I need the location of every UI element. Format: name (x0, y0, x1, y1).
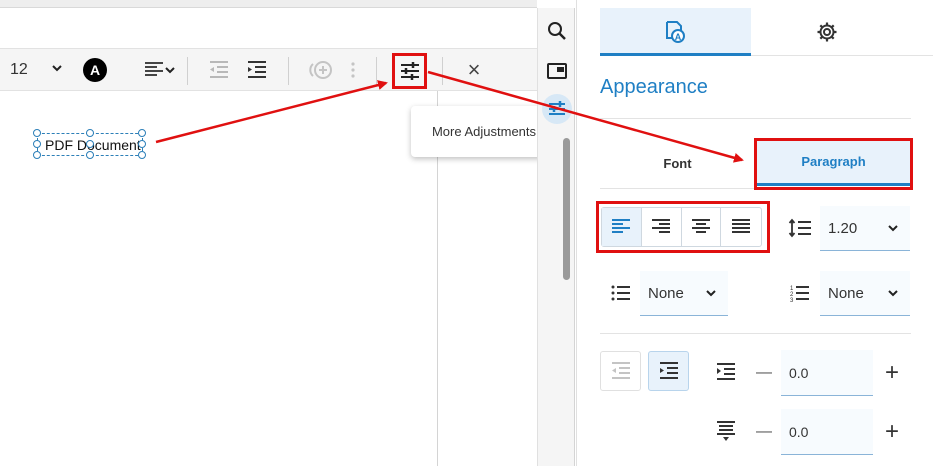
toolbar-divider (442, 57, 443, 85)
text-format-toolbar: 12 A × (0, 48, 508, 91)
indent-icon (248, 61, 266, 78)
indent-button[interactable] (244, 59, 270, 81)
line-spacing-icon (788, 218, 811, 238)
divider (600, 333, 911, 334)
bullet-list-select[interactable]: None (640, 271, 728, 316)
align-dropdown-button[interactable] (138, 59, 182, 81)
outdent-icon (210, 61, 228, 78)
line-spacing-select[interactable]: 1.20 (820, 206, 910, 251)
minus-icon: — (756, 364, 772, 381)
subtab-font-label: Font (663, 155, 692, 171)
indent-icon (717, 363, 735, 380)
numbered-list-select[interactable]: None (820, 271, 910, 316)
text-color-letter: A (89, 62, 101, 78)
panel-title: Appearance (600, 76, 708, 98)
align-left-icon (145, 62, 163, 76)
resize-handle[interactable] (138, 129, 146, 137)
indent-increase-button[interactable]: + (880, 359, 904, 386)
annotation-box-more-adjustments (392, 53, 427, 89)
paragraph-spacing-label (714, 420, 738, 442)
panel-indent-button[interactable] (648, 351, 689, 391)
chevron-down-icon (165, 67, 175, 74)
view-mode-button[interactable] (546, 60, 568, 82)
chevron-down-icon (888, 290, 898, 297)
indent-amount-label (714, 362, 738, 382)
indent-amount-input[interactable]: 0.0 (781, 350, 873, 396)
subtab-font[interactable]: Font (600, 140, 755, 186)
gear-icon (817, 22, 837, 42)
more-vertical-icon (351, 62, 355, 78)
appearance-icon: A (666, 21, 685, 43)
svg-text:3: 3 (790, 298, 794, 302)
top-strip (0, 0, 537, 8)
panel-outdent-button[interactable] (600, 351, 641, 391)
font-size-select[interactable]: 12 (10, 59, 65, 81)
annotation-box-alignment (596, 201, 770, 253)
indent-decrease-button[interactable]: — (752, 362, 776, 384)
picture-in-picture-icon (547, 63, 567, 79)
line-spacing-label (788, 217, 812, 239)
add-item-button[interactable] (306, 59, 336, 81)
paragraph-spacing-value: 0.0 (789, 423, 809, 440)
resize-handle[interactable] (86, 129, 94, 137)
chevron-down-icon (706, 290, 716, 297)
resize-handle[interactable] (33, 129, 41, 137)
resize-handle[interactable] (138, 151, 146, 159)
resize-handle[interactable] (33, 151, 41, 159)
indent-icon (659, 362, 678, 379)
spacing-decrease-button[interactable]: — (752, 421, 776, 443)
add-circle-icon (309, 61, 332, 79)
toolbar-divider (376, 57, 377, 85)
chevron-down-icon (52, 65, 62, 72)
toolbar-divider (288, 57, 289, 85)
line-spacing-value: 1.20 (828, 219, 858, 237)
sliders-icon (549, 101, 565, 115)
close-icon: × (467, 57, 481, 82)
more-options-button[interactable] (344, 59, 362, 81)
numbered-list-icon: 123 (790, 286, 809, 302)
tooltip-text: More Adjustments (431, 124, 537, 139)
annotation-box-paragraph-tab (754, 138, 913, 190)
paragraph-spacing-icon (717, 421, 735, 441)
tab-settings[interactable] (751, 8, 902, 56)
paragraph-spacing-input[interactable]: 0.0 (781, 409, 873, 455)
svg-text:A: A (675, 32, 682, 42)
outdent-button[interactable] (206, 59, 232, 81)
close-toolbar-button[interactable]: × (462, 57, 486, 82)
toolbar-divider (187, 57, 188, 85)
minus-icon: — (756, 423, 772, 440)
toolbar-end (508, 48, 537, 91)
bullet-list-value: None (648, 284, 684, 302)
resize-handle[interactable] (33, 140, 41, 148)
spacing-increase-button[interactable]: + (880, 418, 904, 445)
more-adjustments-tooltip: More Adjustments (411, 106, 557, 157)
search-icon (548, 22, 566, 40)
indent-amount-value: 0.0 (789, 364, 809, 381)
numbered-list-label: 123 (789, 283, 811, 303)
text-color-button[interactable]: A (83, 58, 107, 82)
plus-icon: + (884, 359, 899, 386)
bulleted-list-icon (611, 285, 630, 301)
outdent-icon (611, 362, 630, 379)
resize-handle[interactable] (138, 140, 146, 148)
numbered-list-value: None (828, 284, 864, 302)
resize-handle[interactable] (86, 140, 94, 148)
resize-handle[interactable] (86, 151, 94, 159)
bullet-list-label (610, 283, 632, 303)
search-button[interactable] (546, 20, 568, 42)
tab-appearance[interactable]: A (600, 8, 751, 56)
plus-icon: + (884, 418, 899, 445)
adjustments-panel-button[interactable] (542, 94, 572, 124)
font-size-value: 12 (10, 61, 28, 78)
vertical-scrollbar[interactable] (563, 138, 570, 280)
divider (600, 118, 911, 119)
chevron-down-icon (888, 225, 898, 232)
